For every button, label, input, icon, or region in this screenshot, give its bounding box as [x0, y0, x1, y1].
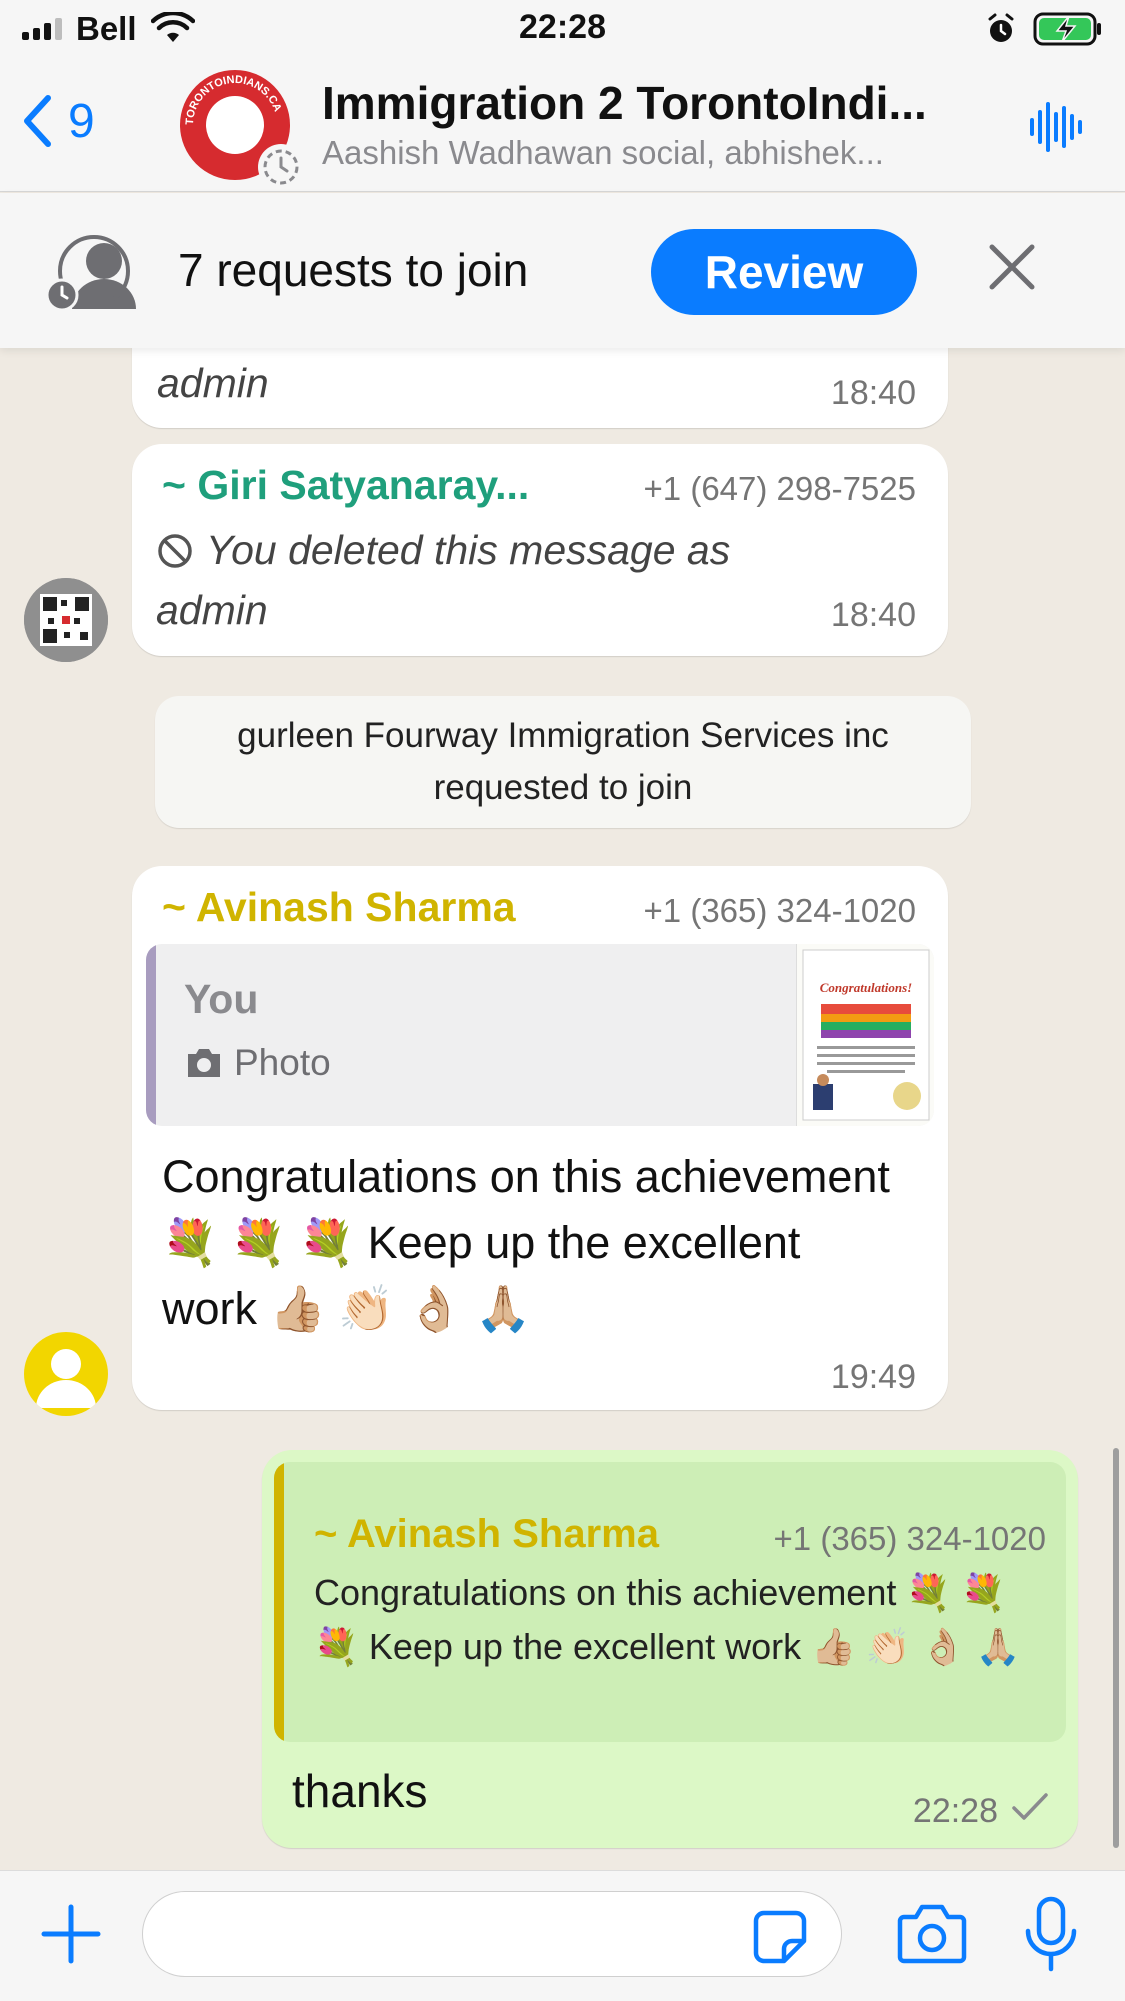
join-requests-icon — [46, 235, 140, 313]
svg-text:Congratulations!: Congratulations! — [820, 980, 913, 995]
outgoing-message-bubble[interactable]: ~ Avinash Sharma +1 (365) 324-1020 Congr… — [262, 1450, 1078, 1848]
quote-phone: +1 (365) 324-1020 — [773, 1520, 1046, 1557]
close-icon[interactable] — [982, 237, 1042, 297]
quote-author: ~ Avinash Sharma — [314, 1512, 659, 1556]
status-bar: Bell 22:28 — [0, 0, 1125, 62]
message-text: admin — [157, 360, 269, 406]
audio-call-icon[interactable] — [1027, 98, 1085, 156]
system-message: gurleen Fourway Immigration Services inc… — [155, 696, 971, 828]
back-chevron-icon — [20, 92, 54, 150]
avatar-inner — [206, 96, 264, 154]
status-time: 22:28 — [519, 8, 606, 46]
quote-text: Congratulations on this achievement 💐 💐 … — [314, 1572, 1021, 1667]
double-check-icon — [1010, 1790, 1050, 1824]
disappearing-timer-icon — [258, 144, 304, 190]
message-text: thanks — [292, 1765, 428, 1817]
sender-phone: +1 (647) 298-7525 — [643, 470, 916, 507]
message-bubble[interactable]: admin 18:40 — [132, 348, 948, 428]
message-bubble[interactable]: ~ Giri Satyanaray... +1 (647) 298-7525 Y… — [132, 444, 948, 656]
deleted-ban-icon — [156, 532, 194, 570]
camera-icon[interactable] — [896, 1901, 968, 1967]
message-time: 22:28 — [912, 1792, 998, 1830]
chat-header: 9 TORONTOINDIANS.CA Immigration 2 Toront… — [0, 62, 1125, 192]
quoted-message[interactable]: You Photo Congratulations! — [146, 944, 934, 1126]
quote-type-label: Photo — [234, 1042, 331, 1083]
input-bar — [0, 1870, 1125, 2001]
chat-title[interactable]: Immigration 2 TorontoIndi... — [322, 76, 962, 130]
sender-avatar[interactable] — [24, 1332, 108, 1416]
sender-phone: +1 (365) 324-1020 — [643, 892, 916, 929]
join-requests-text: 7 requests to join — [178, 244, 529, 296]
mic-icon[interactable] — [1020, 1895, 1082, 1975]
sender-avatar[interactable] — [24, 578, 108, 662]
join-requests-banner: 7 requests to join Review — [0, 193, 1125, 348]
review-button[interactable]: Review — [651, 229, 917, 315]
message-text: Congratulations on this achievement 💐 💐 … — [162, 1151, 890, 1334]
plus-icon[interactable] — [36, 1899, 106, 1969]
scrollbar[interactable] — [1113, 1448, 1119, 1848]
quote-author: You — [184, 976, 259, 1022]
message-time: 18:40 — [830, 596, 916, 634]
chat-subtitle[interactable]: Aashish Wadhawan social, abhishek... — [322, 134, 962, 172]
photo-thumbnail[interactable]: Congratulations! — [796, 944, 934, 1126]
message-time: 18:40 — [830, 374, 916, 412]
message-input[interactable] — [142, 1891, 842, 1977]
quoted-message[interactable]: ~ Avinash Sharma +1 (365) 324-1020 Congr… — [274, 1462, 1066, 1742]
sender-name[interactable]: ~ Avinash Sharma — [162, 884, 516, 931]
message-bubble[interactable]: ~ Avinash Sharma +1 (365) 324-1020 You P… — [132, 866, 948, 1410]
deleted-message: You deleted this message as admin — [156, 520, 796, 640]
message-time: 19:49 — [830, 1358, 916, 1396]
alarm-icon — [985, 13, 1017, 45]
deleted-text: You deleted this message as admin — [156, 527, 731, 633]
unread-count: 9 — [68, 94, 95, 148]
sender-name[interactable]: ~ Giri Satyanaray... — [162, 462, 562, 509]
status-right — [985, 12, 1103, 46]
sticker-icon[interactable] — [752, 1909, 808, 1965]
battery-charging-icon — [1033, 12, 1103, 46]
camera-small-icon — [184, 1046, 224, 1080]
quote-type: Photo — [184, 1042, 331, 1084]
back-button[interactable]: 9 — [20, 92, 95, 150]
quote-bar — [274, 1462, 284, 1742]
chat-messages[interactable]: admin 18:40 ~ Giri Satyanaray... +1 (647… — [0, 348, 1125, 1870]
quote-bar — [146, 944, 156, 1126]
